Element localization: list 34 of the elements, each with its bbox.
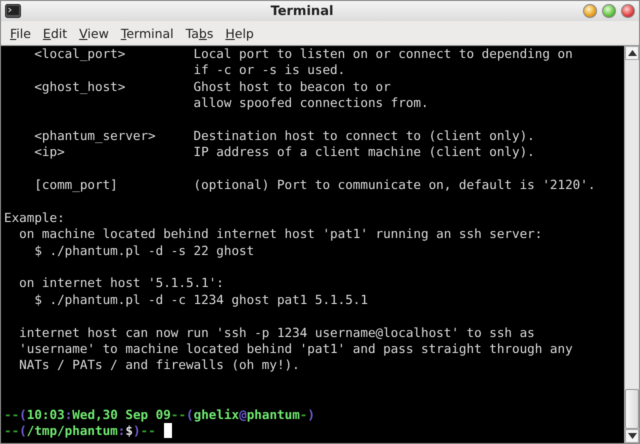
output-line: on internet host '5.1.5.1':	[18, 275, 224, 290]
minimize-button[interactable]	[583, 4, 597, 18]
menu-item[interactable]: Tabs	[180, 24, 218, 42]
menu-item[interactable]: View	[74, 24, 114, 42]
output-line: NATs / PATs / and firewalls (oh my!).	[18, 357, 300, 372]
output-line: if -c or -s is used.	[192, 62, 346, 78]
maximize-button[interactable]	[602, 4, 616, 18]
close-button[interactable]	[621, 4, 635, 18]
menu-item[interactable]: Help	[220, 24, 259, 42]
menu-item[interactable]: Edit	[38, 24, 72, 42]
output-line: <ip> IP address of a client machine (client only).	[33, 144, 535, 160]
output-line: <local_port> Local port to listen on or connect to depending on	[33, 46, 573, 61]
window-title: Terminal	[270, 4, 334, 18]
scrollbar[interactable]	[624, 46, 639, 443]
output-line: on machine located behind internet host 'pat1' running an ssh server:	[18, 226, 542, 242]
up-arrow-icon	[628, 50, 636, 56]
output-line: [comm_port] (optional) Port to communicate on, default is '2120'.	[33, 177, 596, 192]
scroll-up-button[interactable]	[625, 46, 639, 60]
output-line: Example:	[4, 210, 65, 225]
output-line: allow spoofed connections from.	[192, 95, 429, 110]
output-line: $ ./phantum.pl -d -s 22 ghost	[33, 242, 254, 258]
terminal-icon	[5, 4, 21, 18]
output-line: 'username' to machine located behind 'pat1' and pass straight through any	[18, 341, 573, 356]
output-line: <ghost_host> Ghost host to beacon to or	[33, 78, 391, 94]
menu-item[interactable]: File	[5, 24, 36, 42]
shell-prompt: --(10:03:Wed,30 Sep 09--(ghelix@phantum-)	[4, 406, 315, 422]
output-line: $ ./phantum.pl -d -c 1234 ghost pat1 5.1.5.1	[33, 292, 368, 307]
shell-prompt: --(/tmp/phantum:$)--	[4, 422, 156, 438]
output-line: internet host can now run 'ssh -p 1234 username@localhost' to ssh as	[18, 324, 535, 340]
scroll-down-button[interactable]	[625, 429, 639, 443]
scroll-thumb[interactable]	[625, 389, 639, 429]
output-line: <phantum_server> Destination host to connect to (client only).	[33, 128, 535, 143]
down-arrow-icon	[628, 433, 636, 439]
menu-item[interactable]: Terminal	[116, 24, 179, 42]
